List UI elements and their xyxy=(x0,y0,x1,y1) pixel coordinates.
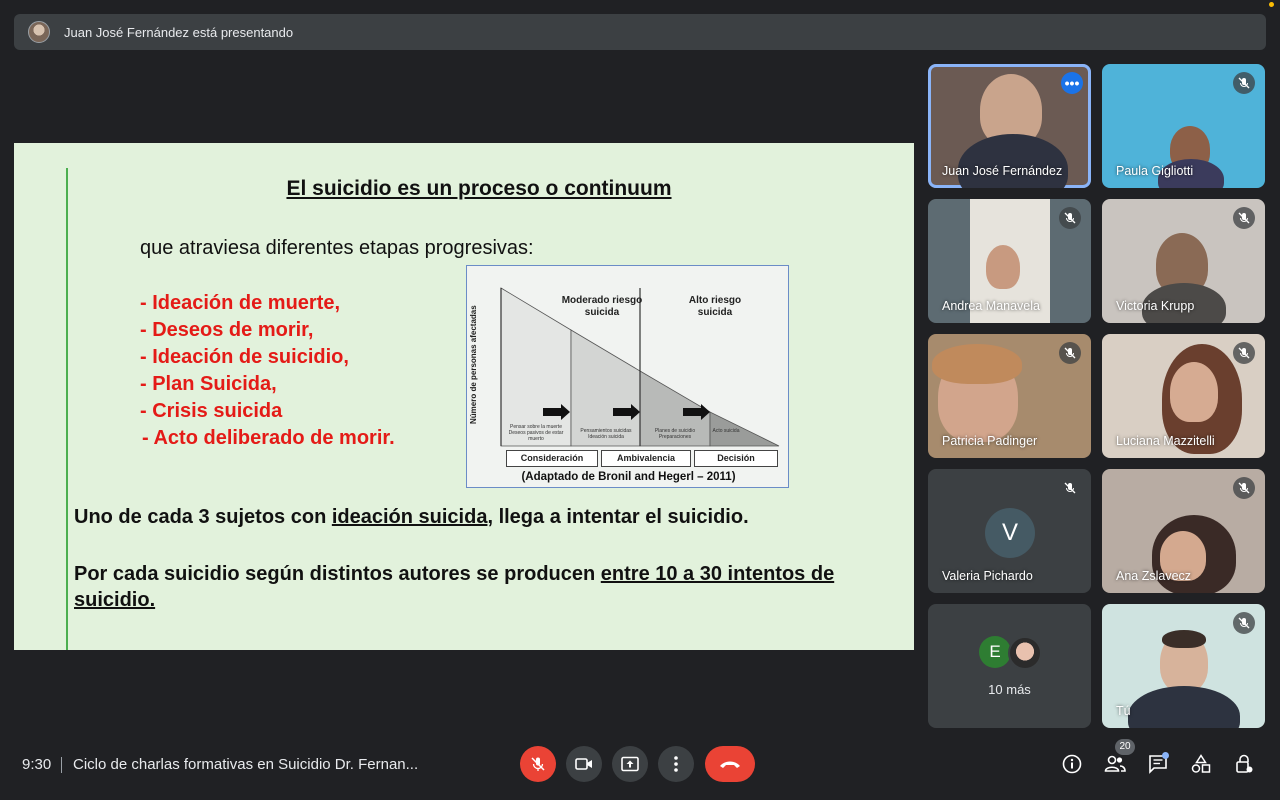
self-view-tile[interactable]: Tú xyxy=(1102,604,1265,728)
participant-name: Victoria Krupp xyxy=(1116,299,1195,313)
statistic-paragraph-1: Uno de cada 3 sujetos con ideación suici… xyxy=(74,506,749,529)
stage-box: Decisión xyxy=(694,450,778,467)
more-participants-tile[interactable]: E 10 más xyxy=(928,604,1091,728)
stage-list-item: - Acto deliberado de morir. xyxy=(142,427,395,449)
present-screen-button[interactable] xyxy=(612,746,648,782)
participant-tile[interactable]: Ana Zslavecz xyxy=(1102,469,1265,593)
diagram-y-label: Número de personas afectadas xyxy=(469,305,478,425)
stage-box: Consideración xyxy=(506,450,598,467)
participant-avatar-photo xyxy=(1008,636,1042,670)
participant-name: Ana Zslavecz xyxy=(1116,569,1192,583)
toggle-mic-button[interactable] xyxy=(520,746,556,782)
slide-title: El suicidio es un proceso o continuum xyxy=(286,177,672,200)
info-icon xyxy=(1062,754,1082,774)
more-options-icon[interactable]: ••• xyxy=(1061,72,1083,94)
participant-avatar: V xyxy=(985,508,1035,558)
video-feed-face xyxy=(986,245,1020,289)
video-feed-hair xyxy=(932,344,1022,384)
slide-subtitle: que atraviesa diferentes etapas progresi… xyxy=(140,237,534,259)
header-high-risk: Alto riesgo suicida xyxy=(688,295,742,318)
video-feed-body xyxy=(1128,686,1240,728)
participant-name: Tú xyxy=(1116,704,1131,718)
mic-off-icon xyxy=(1233,342,1255,364)
video-feed-face xyxy=(1170,362,1218,422)
chat-notification-dot xyxy=(1162,752,1169,759)
activities-icon xyxy=(1191,754,1211,773)
header-moderate-risk: Moderado riesgo suicida xyxy=(561,295,643,318)
presenter-avatar xyxy=(28,21,50,43)
people-count-badge: 20 xyxy=(1115,739,1135,755)
more-participants-label: 10 más xyxy=(988,682,1031,697)
mic-off-icon xyxy=(1233,72,1255,94)
participant-tile[interactable]: V Valeria Pichardo xyxy=(928,469,1091,593)
lock-person-icon xyxy=(1236,754,1253,773)
p1-underlined: ideación suicida xyxy=(331,506,488,528)
participant-name: Paula Gigliotti xyxy=(1116,164,1194,178)
mic-off-icon xyxy=(1233,477,1255,499)
mic-off-icon xyxy=(1059,207,1081,229)
bottom-control-bar: 9:30 Ciclo de charlas formativas en Suic… xyxy=(0,735,1280,800)
stage-list-item: - Plan Suicida, xyxy=(140,373,277,395)
hang-up-icon xyxy=(720,761,740,768)
participant-name: Juan José Fernández xyxy=(942,164,1063,178)
zone-text: Planes de suicidio Preparaciones xyxy=(654,428,696,440)
presentation-slide: El suicidio es un proceso o continuum qu… xyxy=(14,143,914,650)
p1-text-end: , llega a intentar el suicidio. xyxy=(487,506,749,528)
mic-off-icon xyxy=(1233,207,1255,229)
mic-off-icon xyxy=(1233,612,1255,634)
presenter-banner: Juan José Fernández está presentando xyxy=(14,14,1266,50)
activities-button[interactable] xyxy=(1189,752,1213,776)
recording-indicator xyxy=(1269,2,1274,7)
mic-off-icon xyxy=(1059,477,1081,499)
participant-tile[interactable]: Paula Gigliotti xyxy=(1102,64,1265,188)
p2-text: Por cada suicidio según distintos autore… xyxy=(74,563,601,585)
zone-text: Pensar sobre la muerte Deseos pasivos de… xyxy=(508,424,564,442)
p1-text: Uno de cada 3 sujetos con xyxy=(74,506,332,528)
participant-name: Luciana Mazzitelli xyxy=(1116,434,1215,448)
zone-text: Acto suicida xyxy=(712,428,740,434)
stage-list-item: - Deseos de morir, xyxy=(140,319,314,341)
slide-accent-line xyxy=(66,168,68,650)
toggle-camera-button[interactable] xyxy=(566,746,602,782)
divider xyxy=(61,757,62,773)
present-screen-icon xyxy=(621,756,639,772)
presenter-text: Juan José Fernández está presentando xyxy=(64,24,294,40)
clock: 9:30 xyxy=(22,756,52,773)
mic-off-icon xyxy=(1059,342,1081,364)
meeting-details-button[interactable] xyxy=(1060,752,1084,776)
people-button[interactable] xyxy=(1103,752,1127,776)
more-options-button[interactable] xyxy=(658,746,694,782)
stage-list: - Ideación de muerte, - Deseos de morir,… xyxy=(140,290,395,452)
more-vert-icon xyxy=(674,756,678,772)
participant-name: Andrea Manavela xyxy=(942,299,1040,313)
leave-call-button[interactable] xyxy=(705,746,755,782)
stage-list-item: - Ideación de muerte, xyxy=(140,292,341,314)
participant-tile[interactable]: Patricia Padinger xyxy=(928,334,1091,458)
stage-box: Ambivalencia xyxy=(601,450,691,467)
camera-icon xyxy=(575,758,592,770)
statistic-paragraph-2: Por cada suicidio según distintos autore… xyxy=(74,561,854,613)
stage-list-item: - Crisis suicida xyxy=(140,400,283,422)
host-controls-button[interactable] xyxy=(1232,752,1256,776)
meeting-title: Ciclo de charlas formativas en Suicidio … xyxy=(73,756,419,773)
suicide-risk-diagram: Número de personas afectadas Moderado ri… xyxy=(466,265,789,488)
zone-text: Pensamientos suicidas Ideación suicida xyxy=(580,428,632,440)
participant-tile[interactable]: Victoria Krupp xyxy=(1102,199,1265,323)
participant-tile[interactable]: Luciana Mazzitelli xyxy=(1102,334,1265,458)
participant-tile[interactable]: Andrea Manavela xyxy=(928,199,1091,323)
mic-off-icon xyxy=(531,757,545,771)
stage-list-item: - Ideación de suicidio, xyxy=(140,346,349,368)
participant-avatar: E xyxy=(979,636,1011,668)
diagram-caption: (Adaptado de Bronil and Hegerl – 2011) xyxy=(521,471,736,483)
participant-name: Patricia Padinger xyxy=(942,434,1038,448)
participant-tile[interactable]: ••• Juan José Fernández xyxy=(928,64,1091,188)
video-feed-hair xyxy=(1162,630,1206,648)
video-feed-body xyxy=(958,134,1068,188)
people-icon xyxy=(1104,755,1126,772)
participant-name: Valeria Pichardo xyxy=(942,569,1033,583)
